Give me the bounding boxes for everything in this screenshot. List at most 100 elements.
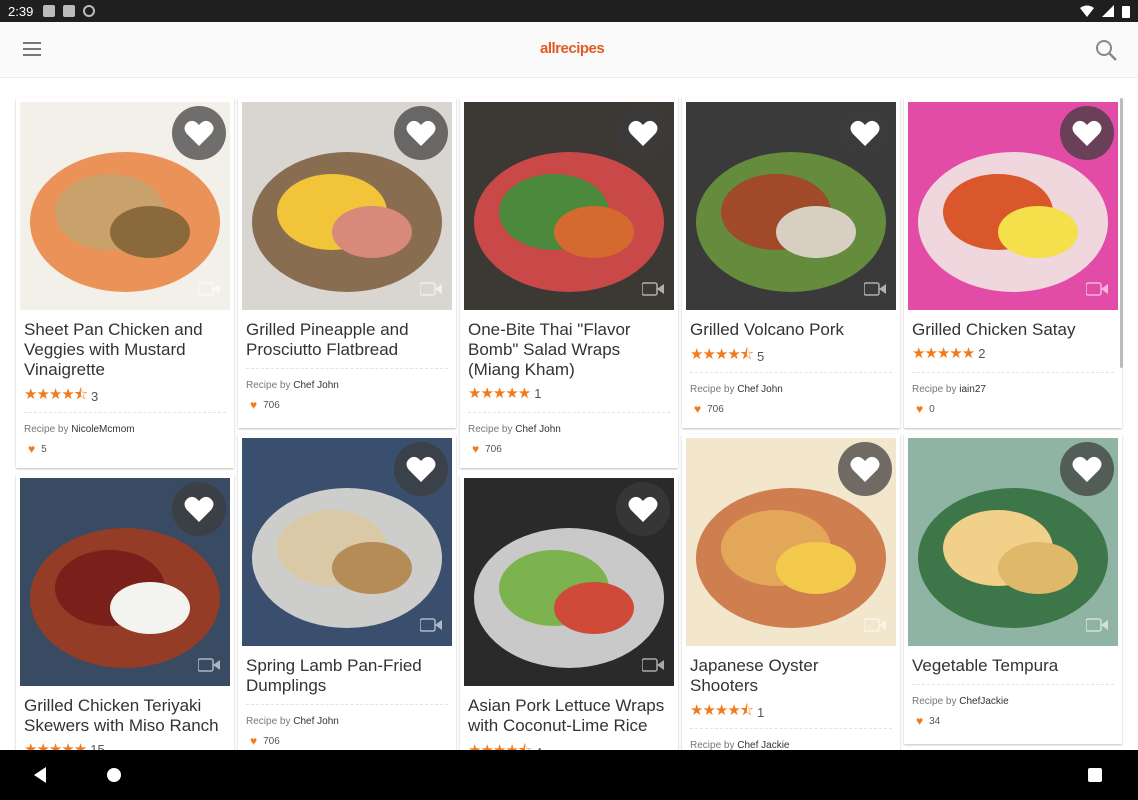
search-button[interactable] <box>1094 38 1118 62</box>
card-divider <box>246 368 448 369</box>
recipe-by-label: Recipe by <box>690 384 735 395</box>
video-icon <box>197 282 220 296</box>
heart-icon: ♥ <box>916 714 924 728</box>
likes-number: 706 <box>707 403 724 415</box>
author-name[interactable]: NicoleMcmom <box>71 424 134 435</box>
likes-count: ♥ 706 <box>250 734 280 748</box>
heart-icon <box>406 120 436 146</box>
favorite-button[interactable] <box>172 106 226 160</box>
recipe-card[interactable]: Grilled Chicken Satay ★★★★★ 2 Recipe by iai… <box>904 98 1122 428</box>
star-rating: ★★★★⯪ 1 <box>690 700 764 725</box>
recipe-card[interactable]: Japanese Oyster Shooters ★★★★⯪ 1 Recipe by … <box>682 434 900 750</box>
recipe-title[interactable]: Asian Pork Lettuce Wraps with Coconut-Li… <box>468 696 668 736</box>
heart-icon <box>850 456 880 482</box>
heart-icon <box>184 496 214 522</box>
home-button[interactable] <box>107 768 121 782</box>
menu-button[interactable] <box>20 38 44 62</box>
stars-icon: ★★★★⯪ <box>690 346 754 363</box>
star-rating: ★★★★★ 2 <box>912 344 985 362</box>
card-divider <box>912 372 1114 373</box>
recipe-card[interactable]: One-Bite Thai "Flavor Bomb" Salad Wraps … <box>460 98 678 468</box>
author-name[interactable]: iain27 <box>959 384 986 395</box>
author-name[interactable]: Chef John <box>293 716 339 727</box>
recipe-card[interactable]: Vegetable Tempura Recipe by ChefJackie ♥ 34 <box>904 434 1122 744</box>
heart-icon <box>1072 120 1102 146</box>
likes-count: ♥ 34 <box>916 714 940 728</box>
recipe-card[interactable]: Spring Lamb Pan-Fried Dumplings Recipe by… <box>238 434 456 750</box>
video-icon <box>641 658 664 672</box>
recipe-card[interactable]: Asian Pork Lettuce Wraps with Coconut-Li… <box>460 474 678 750</box>
recipe-author: Recipe by iain27 <box>912 384 986 395</box>
likes-count: ♥ 0 <box>916 402 935 416</box>
author-name[interactable]: Chef John <box>737 384 783 395</box>
favorite-button[interactable] <box>394 442 448 496</box>
rating-count: 2 <box>978 345 986 361</box>
author-name[interactable]: Chef John <box>293 380 339 391</box>
status-time: 2:39 <box>8 3 34 19</box>
stars-icon: ★★★★★ <box>24 741 87 750</box>
heart-icon: ♥ <box>916 402 924 416</box>
rating-count: 5 <box>757 349 765 364</box>
favorite-button[interactable] <box>838 442 892 496</box>
recipe-title[interactable]: Japanese Oyster Shooters <box>690 656 890 696</box>
likes-count: ♥ 706 <box>250 398 280 412</box>
favorite-button[interactable] <box>1060 442 1114 496</box>
scrollbar[interactable] <box>1120 98 1123 368</box>
recipe-title[interactable]: Sheet Pan Chicken and Veggies with Musta… <box>24 320 224 380</box>
recipe-author: Recipe by Chef Jackie <box>690 740 790 750</box>
recents-button[interactable] <box>1088 768 1102 782</box>
recipe-author: Recipe by NicoleMcmom <box>24 424 135 435</box>
stars-icon: ★★★★★ <box>468 385 531 402</box>
heart-icon: ♥ <box>28 442 36 456</box>
heart-icon: ♥ <box>250 734 258 748</box>
recipe-title[interactable]: Grilled Chicken Teriyaki Skewers with Mi… <box>24 696 224 736</box>
recipe-title[interactable]: Spring Lamb Pan-Fried Dumplings <box>246 656 446 696</box>
status-bar: 2:39 <box>0 0 1138 22</box>
rating-count: 1 <box>757 705 765 720</box>
back-button[interactable] <box>34 767 46 783</box>
rating-count: 3 <box>91 389 99 404</box>
video-icon <box>1085 618 1108 632</box>
recipe-title[interactable]: Grilled Pineapple and Prosciutto Flatbre… <box>246 320 446 360</box>
heart-icon: ♥ <box>250 398 258 412</box>
favorite-button[interactable] <box>172 482 226 536</box>
heart-icon <box>850 120 880 146</box>
favorite-button[interactable] <box>394 106 448 160</box>
likes-number: 706 <box>485 443 502 455</box>
recipe-feed[interactable]: Sheet Pan Chicken and Veggies with Musta… <box>0 78 1138 750</box>
author-name[interactable]: Chef John <box>515 424 561 435</box>
recipe-title[interactable]: One-Bite Thai "Flavor Bomb" Salad Wraps … <box>468 320 668 380</box>
stars-icon: ★★★★⯪ <box>690 702 754 719</box>
recipe-author: Recipe by ChefJackie <box>912 696 1009 707</box>
author-name[interactable]: Chef Jackie <box>737 740 789 750</box>
favorite-button[interactable] <box>616 482 670 536</box>
notification-icon <box>43 5 56 17</box>
recipe-card[interactable]: Grilled Chicken Teriyaki Skewers with Mi… <box>16 474 234 750</box>
menu-icon <box>23 42 41 44</box>
recipe-by-label: Recipe by <box>690 740 735 750</box>
recipe-card[interactable]: Grilled Pineapple and Prosciutto Flatbre… <box>238 98 456 428</box>
likes-number: 0 <box>929 403 935 415</box>
recipe-card[interactable]: Sheet Pan Chicken and Veggies with Musta… <box>16 98 234 468</box>
author-name[interactable]: ChefJackie <box>959 696 1008 707</box>
heart-icon <box>628 496 658 522</box>
favorite-button[interactable] <box>616 106 670 160</box>
heart-icon: ♥ <box>472 442 480 456</box>
favorite-button[interactable] <box>1060 106 1114 160</box>
heart-icon: ♥ <box>694 402 702 416</box>
card-divider <box>912 684 1114 685</box>
card-divider <box>24 412 226 413</box>
likes-number: 34 <box>929 715 941 727</box>
favorite-button[interactable] <box>838 106 892 160</box>
video-icon <box>1085 282 1108 296</box>
video-icon <box>197 658 220 672</box>
recipe-title[interactable]: Vegetable Tempura <box>912 656 1112 676</box>
recipe-title[interactable]: Grilled Chicken Satay <box>912 320 1112 340</box>
recipe-by-label: Recipe by <box>246 716 291 727</box>
heart-icon <box>1072 456 1102 482</box>
rating-count: 1 <box>534 385 542 401</box>
star-rating: ★★★★⯪ 5 <box>690 344 764 369</box>
recipe-title[interactable]: Grilled Volcano Pork <box>690 320 890 340</box>
recipe-card[interactable]: Grilled Volcano Pork ★★★★⯪ 5 Recipe by Chef… <box>682 98 900 428</box>
card-divider <box>690 728 892 729</box>
